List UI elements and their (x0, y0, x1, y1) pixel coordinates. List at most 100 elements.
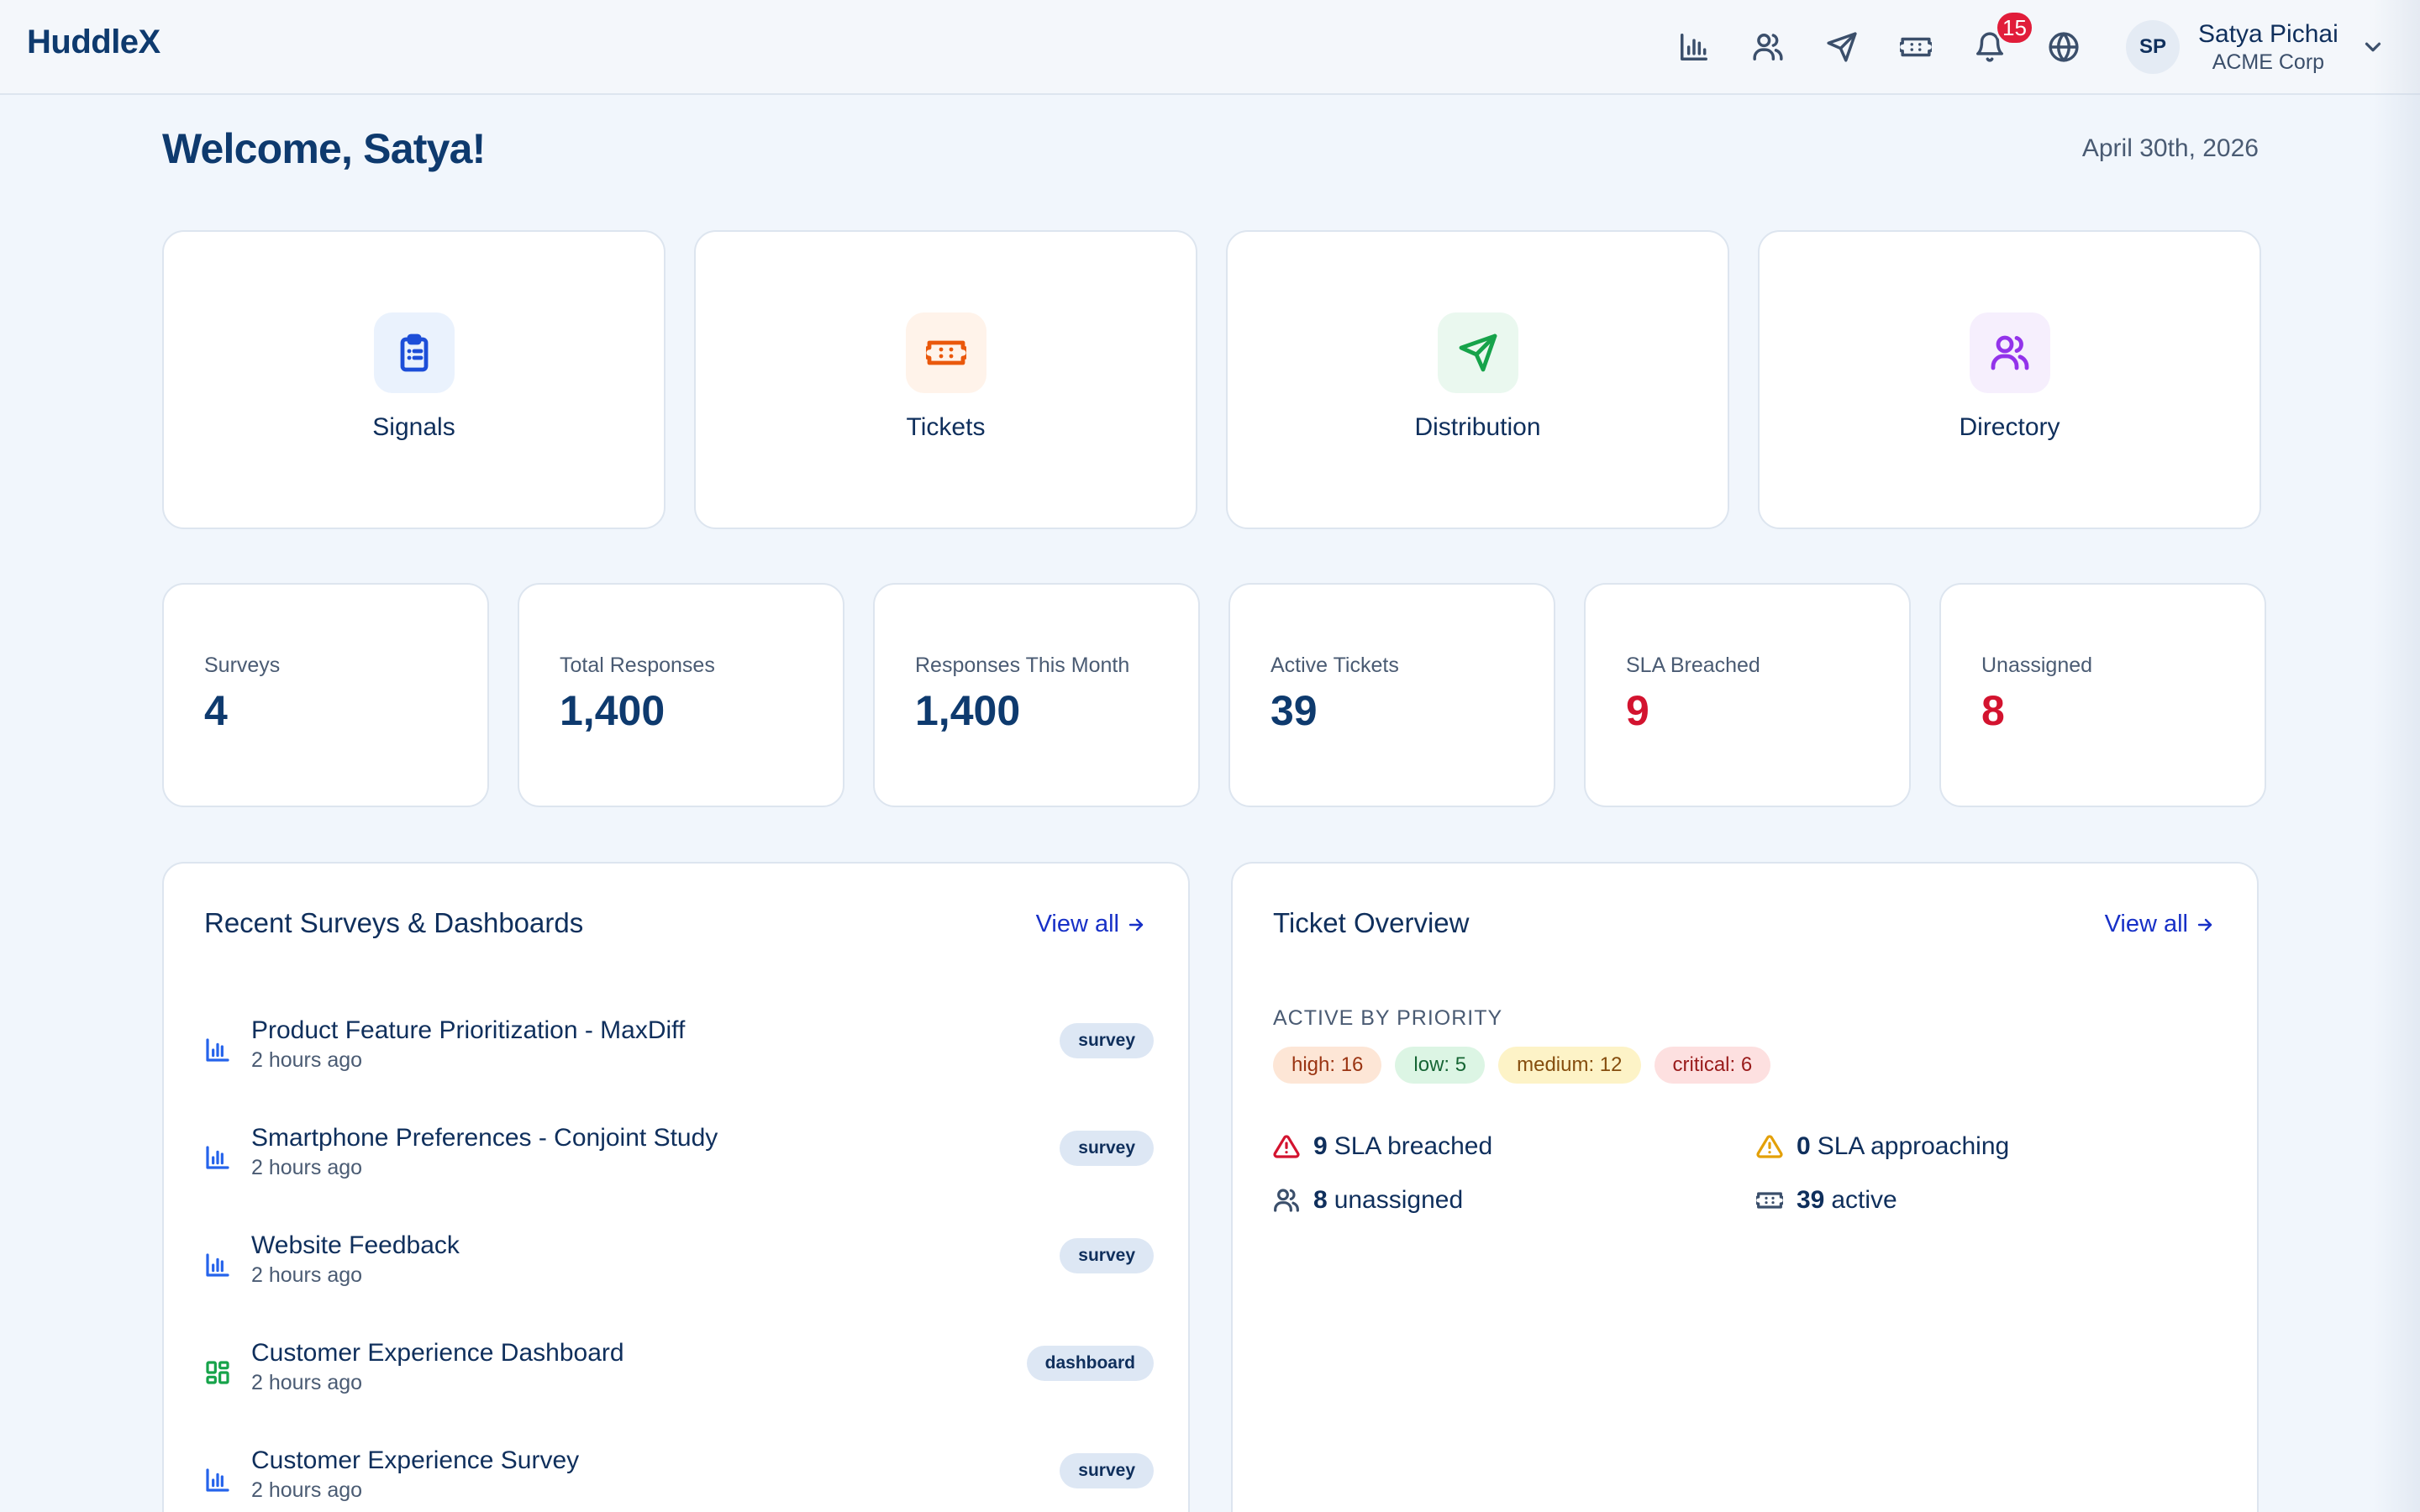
priority-badge-critical[interactable]: critical: 6 (1654, 1047, 1771, 1084)
chevron-down-icon[interactable] (2360, 34, 2386, 60)
stat-label: Responses This Month (915, 654, 1130, 677)
module-label: Distribution (1414, 413, 1541, 441)
top-nav-bar: HuddleX 15 SP Satya Pichai ACME Corp (0, 0, 2420, 95)
item-time: 2 hours ago (251, 1156, 363, 1179)
module-cards: Signals Tickets Distribution Directory (162, 230, 2261, 529)
item-title: Customer Experience Survey (251, 1446, 580, 1474)
module-card-tickets[interactable]: Tickets (694, 230, 1197, 529)
priority-section-label: Active by Priority (1273, 1006, 1503, 1030)
module-label: Directory (1959, 413, 2060, 441)
brand-logo[interactable]: HuddleX (27, 24, 160, 61)
recent-view-all-link[interactable]: View all (1036, 911, 1146, 938)
user-info: Satya Pichai ACME Corp (2198, 19, 2338, 75)
recent-surveys-panel: Recent Surveys & Dashboards View all Pro… (162, 862, 1190, 1512)
module-card-signals[interactable]: Signals (162, 230, 666, 529)
list-item[interactable]: Product Feature Prioritization - MaxDiff… (204, 1016, 1154, 1124)
item-time: 2 hours ago (251, 1371, 363, 1394)
stat-value: 9 (1626, 687, 1649, 734)
stat-card-sla-breached: SLA Breached 9 (1584, 583, 1911, 807)
alert-triangle-icon (1756, 1135, 1783, 1158)
sla-approaching-stat: 0 SLA approaching (1756, 1132, 2009, 1161)
arrow-right-icon (2197, 918, 2212, 931)
type-badge: survey (1060, 1238, 1154, 1273)
stat-label: Surveys (204, 654, 281, 677)
user-org: ACME Corp (2212, 50, 2325, 74)
item-title: Smartphone Preferences - Conjoint Study (251, 1124, 718, 1152)
item-title: Website Feedback (251, 1231, 460, 1259)
list-item[interactable]: Customer Experience Dashboard 2 hours ag… (204, 1339, 1154, 1446)
user-menu[interactable]: SP Satya Pichai ACME Corp (2126, 17, 2386, 77)
module-card-distribution[interactable]: Distribution (1226, 230, 1729, 529)
users-icon (1753, 34, 1783, 60)
stat-card-active-tickets: Active Tickets 39 (1228, 583, 1555, 807)
send-icon (1827, 32, 1857, 62)
stat-card-total-responses: Total Responses 1,400 (518, 583, 844, 807)
stat-text: SLA breached (1334, 1132, 1493, 1160)
alert-triangle-icon (1273, 1135, 1300, 1158)
stat-number: 0 (1797, 1132, 1811, 1160)
item-title: Product Feature Prioritization - MaxDiff (251, 1016, 686, 1044)
priority-badge-medium[interactable]: medium: 12 (1498, 1047, 1641, 1084)
language-button[interactable] (2027, 25, 2101, 69)
priority-badge-low[interactable]: low: 5 (1395, 1047, 1486, 1084)
stat-value: 8 (1981, 687, 2005, 734)
module-label: Signals (372, 413, 455, 441)
active-tickets-stat: 39 active (1756, 1186, 1897, 1215)
nav-icon-group: 15 (1657, 10, 2101, 69)
ticket-icon (1756, 1192, 1783, 1209)
bar-chart-icon (204, 1467, 231, 1494)
type-badge: survey (1060, 1453, 1154, 1488)
stat-number: 39 (1797, 1186, 1825, 1214)
stat-text: SLA approaching (1817, 1132, 2010, 1160)
user-name: Satya Pichai (2198, 20, 2338, 48)
sla-breached-stat: 9 SLA breached (1273, 1132, 1492, 1161)
panel-title: Recent Surveys & Dashboards (204, 907, 584, 938)
stat-number: 8 (1313, 1186, 1328, 1214)
layout-grid-icon (204, 1359, 231, 1386)
type-badge: survey (1060, 1023, 1154, 1058)
view-all-label: View all (2104, 911, 2188, 937)
tickets-nav-button[interactable] (1879, 25, 1953, 69)
list-item[interactable]: Smartphone Preferences - Conjoint Study … (204, 1124, 1154, 1231)
clipboard-list-icon (373, 312, 455, 393)
tickets-view-all-link[interactable]: View all (2105, 911, 2215, 938)
list-item[interactable]: Website Feedback 2 hours ago survey (204, 1231, 1154, 1339)
directory-nav-button[interactable] (1731, 25, 1805, 69)
item-title: Customer Experience Dashboard (251, 1339, 624, 1367)
edge-shade (2373, 0, 2420, 1512)
ticket-icon (1900, 37, 1932, 57)
avatar: SP (2126, 20, 2180, 74)
distribution-nav-button[interactable] (1805, 25, 1879, 69)
stat-cards: Surveys 4 Total Responses 1,400 Response… (162, 583, 2266, 807)
users-icon (1274, 1189, 1299, 1212)
notifications-button[interactable]: 15 (1953, 10, 2034, 69)
bar-chart-icon (204, 1144, 231, 1171)
stat-value: 1,400 (915, 687, 1021, 734)
stat-value: 39 (1270, 687, 1318, 734)
recent-list: Product Feature Prioritization - MaxDiff… (204, 1016, 1154, 1512)
stat-text: active (1831, 1186, 1897, 1214)
bar-chart-icon (204, 1037, 231, 1063)
item-time: 2 hours ago (251, 1478, 363, 1502)
stat-card-responses-this-month: Responses This Month 1,400 (873, 583, 1200, 807)
module-card-directory[interactable]: Directory (1758, 230, 2261, 529)
stat-number: 9 (1313, 1132, 1328, 1160)
type-badge: survey (1060, 1131, 1154, 1166)
users-icon (1969, 312, 2050, 393)
ticket-overview-panel: Ticket Overview View all Active by Prior… (1231, 862, 2259, 1512)
stat-value: 1,400 (560, 687, 666, 734)
type-badge: dashboard (1026, 1346, 1154, 1381)
priority-pills: high: 16 low: 5 medium: 12 critical: 6 (1273, 1047, 1771, 1084)
stat-label: Unassigned (1981, 654, 2093, 677)
view-all-label: View all (1035, 911, 1119, 937)
stat-text: unassigned (1334, 1186, 1464, 1214)
list-item[interactable]: Customer Experience Survey 2 hours ago s… (204, 1446, 1154, 1512)
current-date: April 30th, 2026 (2081, 134, 2259, 162)
analytics-nav-button[interactable] (1657, 25, 1731, 69)
stat-label: SLA Breached (1626, 654, 1760, 677)
module-label: Tickets (906, 413, 986, 441)
bar-chart-icon (204, 1252, 231, 1278)
priority-badge-high[interactable]: high: 16 (1273, 1047, 1382, 1084)
unassigned-stat: 8 unassigned (1273, 1186, 1463, 1215)
stat-label: Active Tickets (1270, 654, 1399, 677)
